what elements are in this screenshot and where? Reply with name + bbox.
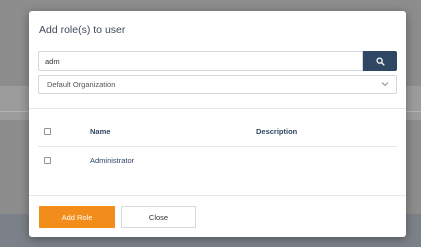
add-role-button[interactable]: Add Role	[39, 206, 115, 228]
column-header-name: Name	[90, 127, 111, 136]
role-name-cell: Administrator	[90, 156, 135, 165]
search-icon	[375, 56, 385, 66]
dialog-title: Add role(s) to user	[39, 24, 126, 36]
role-search-bar	[38, 51, 397, 71]
select-all-checkbox[interactable]	[44, 128, 51, 135]
chevron-down-icon	[381, 82, 389, 87]
close-button[interactable]: Close	[121, 206, 196, 228]
roles-table: Name Description Administrator	[38, 125, 397, 165]
table-header-divider	[38, 146, 397, 147]
table-header: Name Description	[38, 125, 397, 147]
organization-select-value: Default Organization	[47, 80, 116, 89]
role-search-input[interactable]	[38, 51, 363, 71]
table-row[interactable]: Administrator	[38, 153, 397, 169]
organization-select[interactable]: Default Organization	[38, 75, 397, 94]
column-header-description: Description	[256, 127, 298, 136]
add-roles-dialog: Add role(s) to user Default Organization…	[29, 11, 406, 237]
search-button[interactable]	[363, 51, 397, 71]
section-divider-bottom	[29, 195, 406, 196]
row-checkbox[interactable]	[44, 157, 51, 164]
section-divider-top	[29, 108, 406, 109]
